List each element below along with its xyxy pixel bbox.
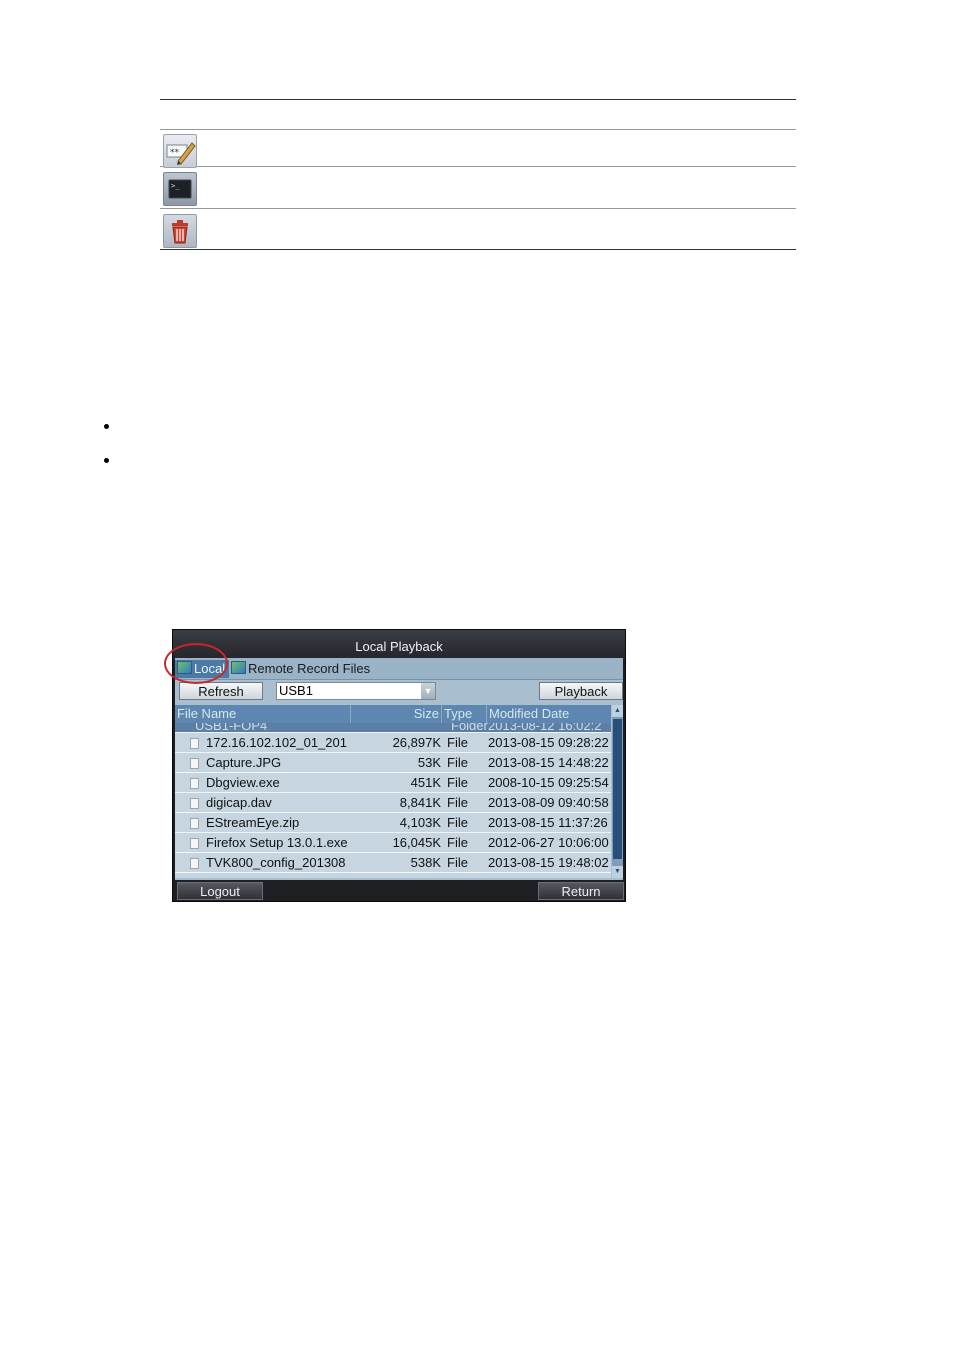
scroll-down-icon[interactable]: ▼ — [612, 866, 623, 878]
table-row[interactable]: 172.16.102.102_01_201 26,897K File 2013-… — [175, 733, 611, 753]
file-date: 2013-08-15 19:48:02 — [488, 855, 609, 870]
file-date: 2013-08-09 09:40:58 — [488, 795, 609, 810]
file-name: Firefox Setup 13.0.1.exe — [206, 835, 348, 850]
file-type: File — [447, 775, 468, 790]
column-header-type[interactable]: Type — [442, 705, 487, 723]
table-row[interactable]: Capture.JPG 53K File 2013-08-15 14:48:22 — [175, 753, 611, 773]
table-row[interactable]: EStreamEye.zip 4,103K File 2013-08-15 11… — [175, 813, 611, 833]
file-icon — [190, 858, 199, 869]
image-tab-icon — [231, 661, 246, 674]
file-date: 2013-08-15 11:37:26 — [488, 815, 608, 830]
local-playback-window: Local Playback Local Remote Record Files… — [172, 629, 626, 902]
file-icon — [190, 798, 199, 809]
delete-icon — [163, 214, 197, 248]
bullet-point — [104, 458, 109, 463]
file-size: 538K — [410, 855, 441, 870]
device-select-value: USB1 — [279, 683, 313, 698]
table-row[interactable]: TVK800_config_201308 538K File 2013-08-1… — [175, 853, 611, 873]
file-name: digicap.dav — [206, 795, 272, 810]
scroll-up-icon[interactable]: ▲ — [612, 705, 623, 717]
file-name: USB1-FOP4 — [195, 723, 268, 732]
table-row-rule — [160, 208, 796, 209]
table-row[interactable]: Firefox Setup 13.0.1.exe 16,045K File 20… — [175, 833, 611, 853]
file-type: File — [447, 835, 468, 850]
table-row-rule — [160, 166, 796, 167]
table-row[interactable]: USB1-FOP4 Folder 2013-08-12 16:02:2 — [175, 723, 611, 733]
chevron-down-icon[interactable]: ▼ — [421, 683, 435, 699]
refresh-button[interactable]: Refresh — [179, 682, 263, 700]
file-type: File — [447, 795, 468, 810]
file-size: 8,841K — [399, 795, 441, 810]
playback-button[interactable]: Playback — [539, 682, 623, 700]
window-footer: Logout Return — [173, 880, 625, 901]
file-name: Dbgview.exe — [206, 775, 280, 790]
file-table-header: File Name Size Type Modified Date — [175, 705, 611, 723]
svg-text:**: ** — [170, 148, 180, 158]
file-size: 451K — [410, 775, 441, 790]
tab-remote-record-files[interactable]: Remote Record Files — [231, 660, 370, 678]
terminal-icon: >_ — [163, 172, 197, 206]
file-date: 2008-10-15 09:25:54 — [488, 775, 609, 790]
file-table-body: USB1-FOP4 Folder 2013-08-12 16:02:2 172.… — [175, 723, 611, 878]
file-type: Folder — [451, 723, 488, 732]
file-icon — [190, 838, 199, 849]
file-type: File — [447, 735, 468, 750]
vertical-scrollbar[interactable]: ▲ ▼ — [612, 705, 623, 878]
file-icon — [190, 738, 199, 749]
table-row[interactable]: digicap.dav 8,841K File 2013-08-09 09:40… — [175, 793, 611, 813]
return-button[interactable]: Return — [538, 882, 624, 900]
file-name: TVK800_config_201308 — [206, 855, 346, 870]
logout-button[interactable]: Logout — [177, 882, 263, 900]
file-icon — [190, 778, 199, 789]
file-name: EStreamEye.zip — [206, 815, 300, 830]
tab-remote-label: Remote Record Files — [248, 661, 371, 676]
highlight-circle — [164, 643, 228, 684]
column-header-size[interactable]: Size — [351, 705, 442, 723]
column-header-file-name[interactable]: File Name — [175, 705, 351, 723]
table-bottom-rule — [160, 249, 796, 250]
table-top-rule — [160, 99, 796, 100]
content-panel: Local Remote Record Files Refresh USB1 ▼… — [175, 658, 623, 880]
svg-text:>_: >_ — [171, 182, 180, 190]
file-size: 4,103K — [399, 815, 441, 830]
file-type: File — [447, 815, 468, 830]
table-header-rule — [160, 129, 796, 130]
file-size: 26,897K — [392, 735, 441, 750]
file-name: 172.16.102.102_01_201 — [206, 735, 347, 750]
file-date: 2013-08-12 16:02:2 — [488, 723, 602, 732]
device-select[interactable]: USB1 ▼ — [276, 682, 436, 700]
file-type: File — [447, 855, 468, 870]
file-type: File — [447, 755, 468, 770]
file-icon — [190, 818, 199, 829]
file-size: 16,045K — [392, 835, 441, 850]
file-name: Capture.JPG — [206, 755, 282, 770]
file-date: 2012-06-27 10:06:00 — [488, 835, 609, 850]
file-icon — [190, 758, 199, 769]
file-date: 2013-08-15 09:28:22 — [488, 735, 609, 750]
window-title: Local Playback — [173, 630, 625, 660]
file-size: 53K — [417, 755, 441, 770]
scrollbar-thumb[interactable] — [613, 719, 622, 859]
file-date: 2013-08-15 14:48:22 — [488, 755, 609, 770]
edit-password-icon: ** — [163, 134, 197, 168]
bullet-point — [104, 424, 109, 429]
column-header-modified-date[interactable]: Modified Date — [487, 705, 611, 723]
tab-bar: Local Remote Record Files — [175, 658, 623, 680]
table-row[interactable]: Dbgview.exe 451K File 2008-10-15 09:25:5… — [175, 773, 611, 793]
